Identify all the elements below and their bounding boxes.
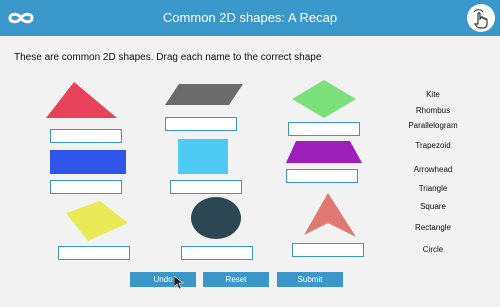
drop-box-trapezoid[interactable]: [286, 169, 358, 183]
triangle-shape: [46, 82, 117, 118]
name-label-triangle[interactable]: Triangle: [390, 184, 476, 193]
hand-touch-icon: [473, 9, 488, 29]
square-shape-fill: [178, 139, 228, 174]
name-label-parallelogram[interactable]: Parallelogram: [390, 121, 476, 130]
name-label-rectangle[interactable]: Rectangle: [390, 223, 476, 232]
page-title: Common 2D shapes: A Recap: [162, 10, 338, 25]
name-label-kite[interactable]: Kite: [390, 90, 476, 99]
triangle-shape-fill: [46, 82, 117, 118]
mouse-cursor-icon: [174, 276, 184, 290]
drop-box-triangle[interactable]: [50, 129, 122, 143]
circle-shape-fill: [191, 197, 241, 239]
parallelogram-shape-fill: [165, 84, 243, 105]
name-label-rhombus[interactable]: Rhombus: [390, 106, 476, 115]
rectangle-shape-fill: [50, 150, 126, 174]
reset-button[interactable]: Reset: [203, 272, 269, 287]
hand-touch-button[interactable]: [467, 4, 495, 32]
kite-shape-fill: [66, 201, 128, 241]
drop-box-arrowhead[interactable]: [292, 243, 364, 257]
drop-box-circle[interactable]: [181, 246, 253, 260]
name-label-trapezoid[interactable]: Trapezoid: [390, 141, 476, 150]
name-label-circle[interactable]: Circle: [390, 245, 476, 254]
drop-box-parallelogram[interactable]: [165, 117, 237, 131]
trapezoid-shape: [286, 141, 362, 163]
instruction-text: These are common 2D shapes. Drag each na…: [14, 52, 322, 63]
arrowhead-shape: [304, 193, 356, 237]
square-shape: [178, 139, 228, 174]
kite-shape: [66, 201, 128, 241]
header-bar: Common 2D shapes: A Recap: [0, 0, 500, 36]
drop-box-rhombus[interactable]: [288, 122, 360, 136]
rhombus-shape-fill: [292, 80, 356, 118]
rhombus-shape: [292, 80, 356, 118]
parallelogram-shape: [165, 84, 243, 105]
undo-button[interactable]: Undo: [130, 272, 196, 287]
submit-button[interactable]: Submit: [277, 272, 343, 287]
name-label-square[interactable]: Square: [390, 202, 476, 211]
rectangle-shape: [50, 150, 126, 174]
arrowhead-shape-fill: [304, 193, 356, 237]
circle-shape: [191, 197, 241, 239]
name-label-arrowhead[interactable]: Arrowhead: [390, 165, 476, 174]
drop-box-rectangle[interactable]: [50, 180, 122, 194]
drop-box-square[interactable]: [170, 180, 242, 194]
trapezoid-shape-fill: [286, 141, 362, 163]
drop-box-kite[interactable]: [58, 246, 130, 260]
